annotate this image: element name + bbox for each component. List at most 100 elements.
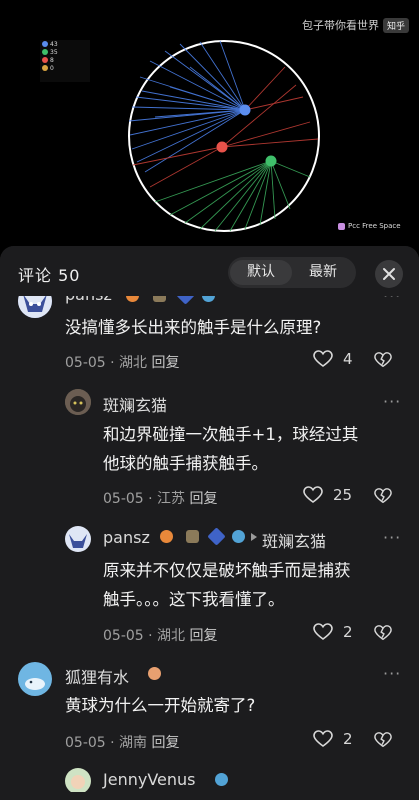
comment-date: 05-05 <box>103 491 144 507</box>
avatar[interactable] <box>65 389 91 415</box>
meta-separator: · <box>110 355 115 371</box>
broken-heart-icon <box>374 488 392 504</box>
comment-meta: 05-05 · 湖南 回复 <box>65 732 180 752</box>
dislike-button[interactable] <box>374 351 392 373</box>
comment-meta: 05-05 · 江苏 回复 <box>103 488 218 508</box>
zhihu-logo: 知乎 <box>382 17 409 33</box>
legend-value: 35 <box>50 48 58 56</box>
sheet-header: 评论 50 默认 最新 <box>0 246 419 296</box>
blue-ball <box>239 104 251 116</box>
blue-tentacles <box>128 40 246 173</box>
comment-text-line: 和边界碰撞一次触手+1，球经过其 <box>103 425 359 444</box>
comment-location: 江苏 <box>157 491 186 507</box>
more-options-icon[interactable]: ··· <box>383 392 401 411</box>
comment-text-line: 他球的触手捕获触手。 <box>103 454 268 473</box>
comment-meta: 05-05 · 湖北 回复 <box>103 625 218 645</box>
heart-icon <box>313 623 333 640</box>
comment-text: 黄球为什么一开始就寄了? <box>65 696 256 715</box>
close-icon <box>383 268 395 280</box>
app-icon <box>338 222 345 230</box>
sort-latest-button[interactable]: 最新 <box>292 260 354 285</box>
fox-avatar-icon <box>65 526 91 552</box>
like-button[interactable]: 25 <box>303 486 352 504</box>
dislike-button[interactable] <box>374 731 392 753</box>
watermark: 包子带你看世界 知乎 <box>302 17 409 33</box>
dislike-button[interactable] <box>374 487 392 509</box>
badge-icon <box>148 667 161 680</box>
comment-text-line: 触手。。。这下我看懂了。 <box>103 590 285 609</box>
broken-heart-icon <box>374 625 392 641</box>
meta-separator: · <box>148 491 153 507</box>
dislike-button[interactable] <box>374 624 392 646</box>
credit-text: Pcc Free Space <box>348 222 401 230</box>
legend-value: 43 <box>50 40 58 48</box>
like-button[interactable]: 4 <box>313 350 353 368</box>
more-options-icon[interactable]: ··· <box>383 528 401 547</box>
boundary-circle <box>128 40 320 232</box>
legend-value: 8 <box>50 56 54 64</box>
like-count: 25 <box>333 486 353 504</box>
badge-icon <box>215 773 228 786</box>
comment-author[interactable]: 斑斓玄猫 <box>103 392 167 416</box>
heart-icon <box>313 730 333 747</box>
legend-row-yellow: 0 <box>40 64 90 72</box>
meta-separator: · <box>110 735 115 751</box>
like-count: 2 <box>343 623 353 641</box>
close-button[interactable] <box>375 260 403 288</box>
blue-dot-icon <box>42 41 48 47</box>
comment-date: 05-05 <box>103 628 144 644</box>
red-dot-icon <box>42 57 48 63</box>
red-ball <box>216 141 228 153</box>
heart-icon <box>313 350 333 367</box>
comment-date: 05-05 <box>65 735 106 751</box>
broken-heart-icon <box>374 732 392 748</box>
yellow-dot-icon <box>42 65 48 71</box>
like-count: 2 <box>343 730 353 748</box>
like-count: 4 <box>343 350 353 368</box>
comment-author[interactable]: 狐狸有水 <box>65 664 129 688</box>
character-avatar-icon <box>65 768 91 794</box>
comment-author[interactable]: JennyVenus <box>103 770 195 789</box>
heart-icon <box>303 486 323 503</box>
watermark-text: 包子带你看世界 <box>301 19 379 32</box>
avatar[interactable] <box>18 662 52 696</box>
whale-avatar-icon <box>18 662 52 696</box>
green-dot-icon <box>42 49 48 55</box>
comments-title: 评论 50 <box>18 266 81 285</box>
sort-toggle: 默认 最新 <box>228 257 356 288</box>
badge-icon <box>207 527 226 546</box>
like-button[interactable]: 2 <box>313 623 353 641</box>
badge-icon <box>160 530 173 543</box>
more-options-icon[interactable]: ··· <box>383 664 401 683</box>
legend-value: 0 <box>50 64 54 72</box>
legend-row-red: 8 <box>40 56 90 64</box>
reply-arrow-icon <box>251 533 257 541</box>
sort-default-button[interactable]: 默认 <box>230 260 292 285</box>
ball-simulation <box>128 40 320 232</box>
comment-location: 湖北 <box>157 628 186 644</box>
comment-author[interactable]: pansz <box>103 528 150 547</box>
video-area[interactable]: 包子带你看世界 知乎 43 35 8 0 Pcc Free Space <box>0 0 419 246</box>
reply-button[interactable]: 回复 <box>152 355 180 371</box>
legend-row-blue: 43 <box>40 40 90 48</box>
broken-heart-icon <box>374 352 392 368</box>
avatar[interactable] <box>65 768 91 794</box>
reply-button[interactable]: 回复 <box>190 628 218 644</box>
comment-text-line: 原来并不仅仅是破坏触手而是捕获 <box>103 561 351 580</box>
avatar[interactable] <box>65 526 91 552</box>
reply-button[interactable]: 回复 <box>190 491 218 507</box>
green-ball <box>265 155 277 167</box>
comments-sheet: 评论 50 默认 最新 pansz ··· 没搞懂多长出来的触手是什么原理? 0… <box>0 246 419 800</box>
reply-to-author[interactable]: 斑斓玄猫 <box>262 528 326 552</box>
bottom-edge <box>0 792 419 800</box>
reply-button[interactable]: 回复 <box>152 735 180 751</box>
comment-meta: 05-05 · 湖北 回复 <box>65 352 180 372</box>
comment-location: 湖南 <box>119 735 148 751</box>
credit-label: Pcc Free Space <box>338 222 401 230</box>
like-button[interactable]: 2 <box>313 730 353 748</box>
badge-icon <box>186 530 199 543</box>
comment-text: 没搞懂多长出来的触手是什么原理? <box>65 318 322 337</box>
comment-date: 05-05 <box>65 355 106 371</box>
legend-row-green: 35 <box>40 48 90 56</box>
meta-separator: · <box>148 628 153 644</box>
